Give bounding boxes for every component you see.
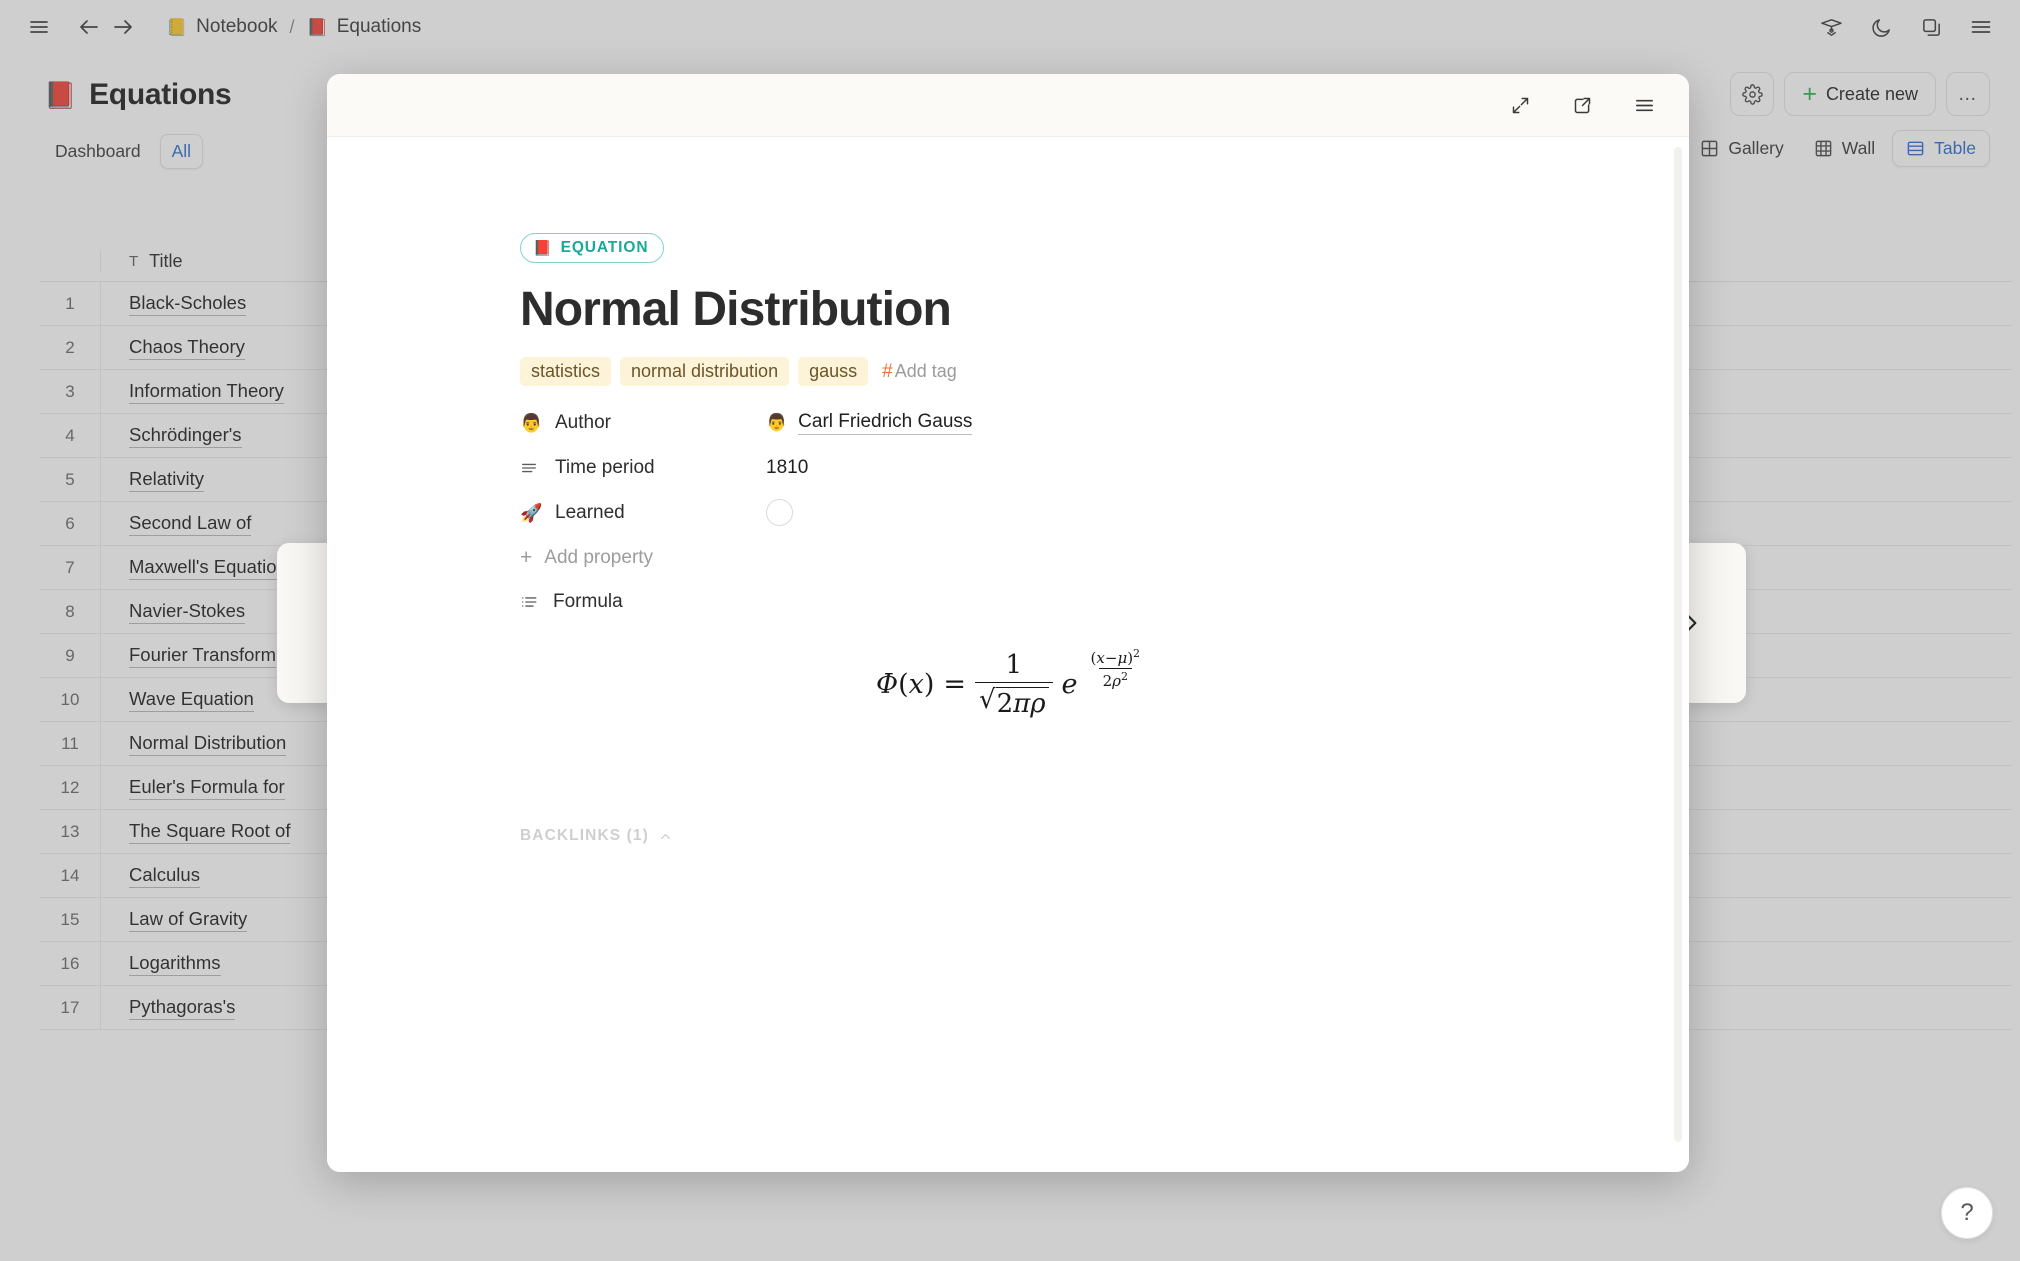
record-type-label: EQUATION xyxy=(560,239,649,256)
formula-numerator: 1 xyxy=(1005,650,1023,680)
person-emoji-icon: 👨 xyxy=(766,413,788,432)
open-external-icon[interactable] xyxy=(1565,88,1599,122)
rocket-emoji-icon: 🚀 xyxy=(520,502,543,523)
formula-exponent-denominator: 2ρ2 xyxy=(1098,668,1132,690)
chevron-up-icon xyxy=(658,829,673,844)
property-row-time-period: Time period 1810 xyxy=(520,445,1689,490)
property-value-time-period[interactable]: 1810 xyxy=(766,457,808,479)
add-tag-label: Add tag xyxy=(894,360,957,381)
plus-icon: + xyxy=(520,546,533,569)
app-root: 📒 Notebook / 📕 Equations 📕 Equations Das… xyxy=(0,0,2020,1261)
expand-icon[interactable] xyxy=(1503,88,1537,122)
property-key-label: Learned xyxy=(555,501,625,523)
property-row-learned: 🚀 Learned xyxy=(520,490,1689,535)
property-value-author[interactable]: 👨 Carl Friedrich Gauss xyxy=(766,411,973,435)
add-tag-button[interactable]: # Add tag xyxy=(882,361,957,383)
property-value-learned[interactable] xyxy=(766,499,793,526)
property-key[interactable]: 👨 Author xyxy=(520,412,766,434)
help-label: ? xyxy=(1960,1199,1974,1226)
property-value-label: Carl Friedrich Gauss xyxy=(798,411,973,435)
formula-fraction: 1 √ 2πρ xyxy=(975,650,1053,719)
book-emoji-icon: 📕 xyxy=(533,239,553,257)
add-property-label: Add property xyxy=(544,546,654,568)
record-type-badge: 📕 EQUATION xyxy=(520,233,665,263)
modal-header xyxy=(327,74,1689,136)
property-key-label: Author xyxy=(555,411,611,433)
math-expression: Φ(x) = 1 √ 2πρ e (x−μ)2 2ρ2 xyxy=(875,647,1145,719)
formula-block[interactable]: Φ(x) = 1 √ 2πρ e (x−μ)2 2ρ2 xyxy=(520,647,1500,719)
modal-body: 📕 EQUATION Normal Distribution statistic… xyxy=(327,136,1689,1172)
property-list: 👨 Author 👨 Carl Friedrich Gauss Time per… xyxy=(520,400,1689,580)
backlinks-label: BACKLINKS (1) xyxy=(520,827,649,844)
add-property-button[interactable]: + Add property xyxy=(520,535,1689,580)
list-icon xyxy=(520,593,538,611)
record-title[interactable]: Normal Distribution xyxy=(520,282,1689,337)
tag-chip[interactable]: normal distribution xyxy=(620,357,790,386)
backlinks-section-header[interactable]: BACKLINKS (1) xyxy=(520,827,1689,845)
property-key[interactable]: Time period xyxy=(520,457,766,479)
property-key-label: Time period xyxy=(555,456,655,478)
formula-exponent-numerator: (x−μ)2 xyxy=(1090,647,1141,667)
formula-section-header[interactable]: Formula xyxy=(520,580,1689,624)
help-button[interactable]: ? xyxy=(1941,1187,1993,1239)
tag-list: statistics normal distribution gauss # A… xyxy=(520,357,1689,386)
tag-chip[interactable]: gauss xyxy=(798,357,869,386)
property-key[interactable]: 🚀 Learned xyxy=(520,502,766,524)
formula-denominator: √ 2πρ xyxy=(975,682,1053,719)
learned-checkbox[interactable] xyxy=(766,499,793,526)
formula-lhs: Φ(x) xyxy=(875,669,935,700)
record-content: 📕 EQUATION Normal Distribution statistic… xyxy=(327,137,1689,845)
person-emoji-icon: 👨 xyxy=(520,412,543,433)
record-detail-modal: 📕 EQUATION Normal Distribution statistic… xyxy=(327,74,1689,1172)
hamburger-menu-icon[interactable] xyxy=(1627,88,1661,122)
property-value-label: 1810 xyxy=(766,456,809,478)
formula-exponent: (x−μ)2 2ρ2 xyxy=(1087,647,1145,690)
hash-icon: # xyxy=(882,360,893,382)
modal-scrollbar[interactable] xyxy=(1674,147,1682,1142)
property-row-author: 👨 Author 👨 Carl Friedrich Gauss xyxy=(520,400,1689,445)
formula-equals: = xyxy=(943,669,967,700)
formula-exp-base: e xyxy=(1061,669,1078,700)
lines-icon xyxy=(520,459,540,477)
formula-section-label: Formula xyxy=(553,591,623,612)
tag-chip[interactable]: statistics xyxy=(520,357,612,386)
